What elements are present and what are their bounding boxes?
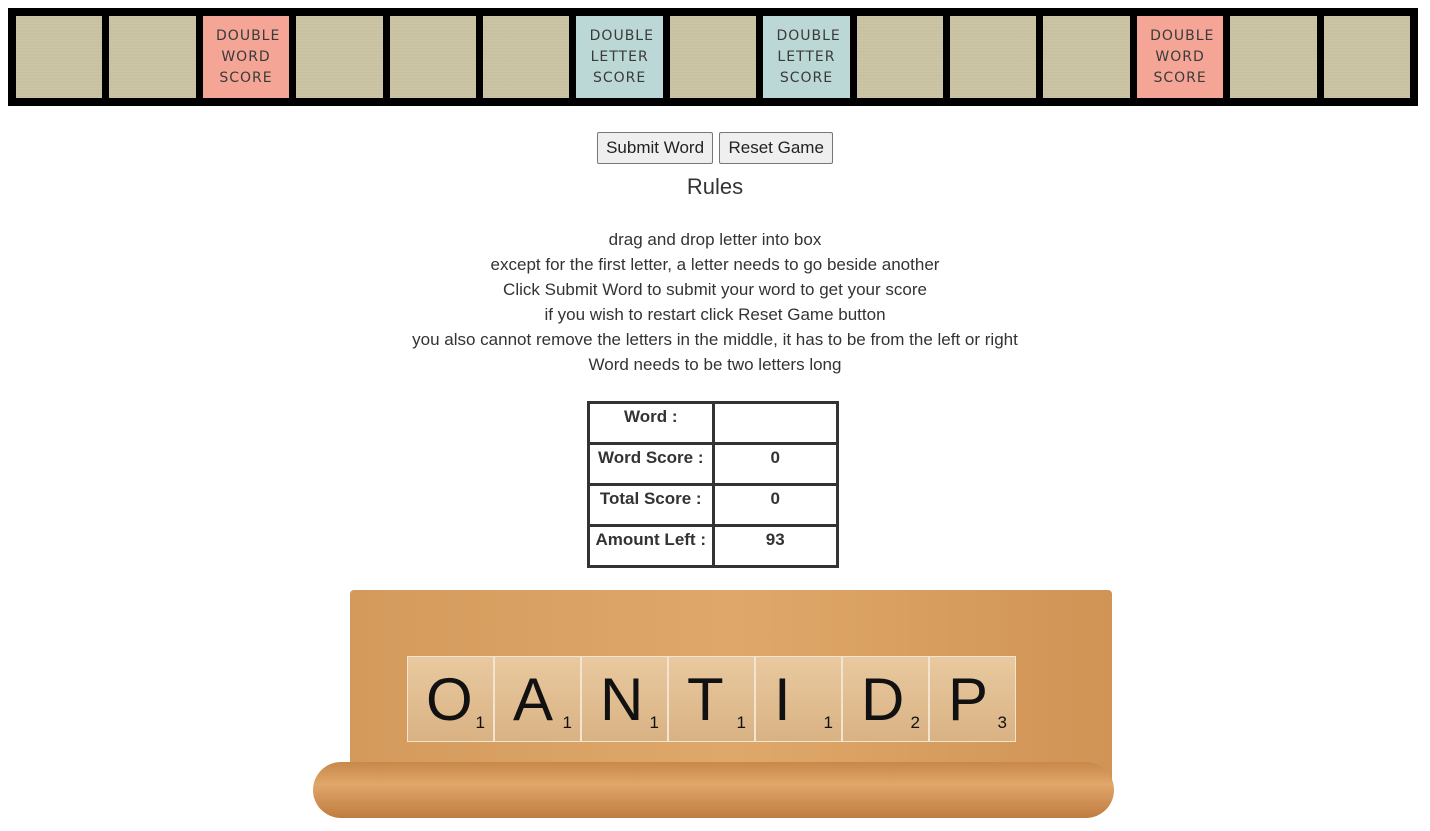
board-square[interactable] <box>950 16 1037 98</box>
letter-tile[interactable]: P3 <box>929 656 1016 742</box>
table-row: Word Score :0 <box>587 442 839 486</box>
reset-game-button[interactable]: Reset Game <box>719 132 833 164</box>
board-square[interactable] <box>1323 16 1411 98</box>
square-label: DOUBLE WORD SCORE <box>216 27 281 86</box>
table-row: Amount Left :93 <box>587 524 839 568</box>
double-letter-square[interactable]: DOUBLE LETTER SCORE <box>763 16 850 98</box>
controls: Submit Word Reset Game <box>0 132 1430 164</box>
double-word-square[interactable]: DOUBLE WORD SCORE <box>202 16 290 98</box>
rule-line: Click Submit Word to submit your word to… <box>503 280 927 299</box>
amount-left-value: 93 <box>711 524 839 568</box>
word-score-value: 0 <box>711 442 839 486</box>
game-board: DOUBLE WORD SCORE DOUBLE LETTER SCORE DOUB… <box>8 8 1418 106</box>
letter-tile[interactable]: I1 <box>755 656 842 742</box>
letter-tile[interactable]: D2 <box>842 656 929 742</box>
score-table: Word : Word Score :0 Total Score :0 Amou… <box>587 401 839 568</box>
board-square[interactable] <box>296 16 383 98</box>
letter-tile[interactable]: A1 <box>494 656 581 742</box>
double-word-square[interactable]: DOUBLE WORD SCORE <box>1136 16 1224 98</box>
total-score-value: 0 <box>711 483 839 527</box>
tile-value: 1 <box>823 713 833 732</box>
tile-letter: T <box>687 666 724 733</box>
board-square[interactable] <box>856 16 944 98</box>
tile-letter: D <box>861 666 905 733</box>
board-square[interactable] <box>669 16 757 98</box>
rule-line: you also cannot remove the letters in th… <box>412 330 1018 349</box>
board-square[interactable] <box>389 16 477 98</box>
word-value <box>711 401 839 445</box>
tile-letter: A <box>513 666 554 733</box>
rules-heading: Rules <box>686 174 744 199</box>
tile-value: 1 <box>649 713 659 732</box>
table-row: Word : <box>587 401 839 445</box>
square-label: DOUBLE LETTER SCORE <box>589 27 654 86</box>
board-square[interactable] <box>109 16 196 98</box>
tile-letter: O <box>426 666 473 733</box>
tile-value: 1 <box>562 713 572 732</box>
letter-tile[interactable]: O1 <box>407 656 494 742</box>
tile-letter: P <box>948 666 989 733</box>
tile-letter: I <box>774 666 791 733</box>
rule-line: drag and drop letter into box <box>608 230 822 249</box>
table-row: Total Score :0 <box>587 483 839 527</box>
rule-line: Word needs to be two letters long <box>588 355 842 374</box>
submit-word-button[interactable]: Submit Word <box>597 132 714 164</box>
tile-value: 2 <box>910 713 920 732</box>
double-letter-square[interactable]: DOUBLE LETTER SCORE <box>576 16 663 98</box>
rule-line: except for the first letter, a letter ne… <box>490 255 940 274</box>
tile-value: 1 <box>475 713 485 732</box>
tile-letter: N <box>600 666 644 733</box>
tile-value: 1 <box>736 713 746 732</box>
total-score-label: Total Score : <box>587 483 715 527</box>
board-square[interactable] <box>1230 16 1317 98</box>
word-label: Word : <box>587 401 715 445</box>
rules-text: drag and drop letter into box except for… <box>0 227 1430 377</box>
tile-rack: O1A1N1T1I1D2P3 <box>313 590 1114 818</box>
square-label: DOUBLE LETTER SCORE <box>776 27 841 86</box>
word-score-label: Word Score : <box>587 442 715 486</box>
rack-lip <box>313 762 1114 818</box>
amount-left-label: Amount Left : <box>587 524 715 568</box>
rack-tiles: O1A1N1T1I1D2P3 <box>407 656 1016 742</box>
board-square[interactable] <box>16 16 103 98</box>
letter-tile[interactable]: N1 <box>581 656 668 742</box>
board-square[interactable] <box>483 16 570 98</box>
board-square[interactable] <box>1043 16 1130 98</box>
letter-tile[interactable]: T1 <box>668 656 755 742</box>
rule-line: if you wish to restart click Reset Game … <box>544 305 886 324</box>
square-label: DOUBLE WORD SCORE <box>1150 27 1215 86</box>
tile-value: 3 <box>997 713 1007 732</box>
